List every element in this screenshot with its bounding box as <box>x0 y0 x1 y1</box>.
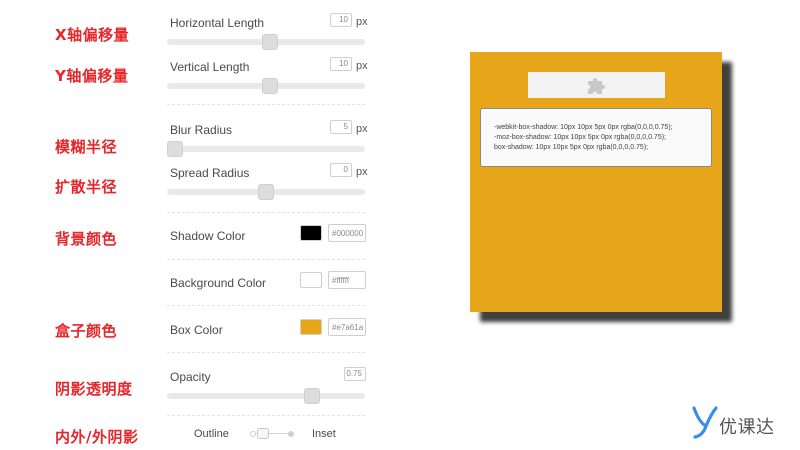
box-color-label: Box Color <box>170 323 223 337</box>
youkeda-logo-icon <box>692 405 718 444</box>
blur-radius-label: Blur Radius <box>170 123 233 137</box>
blur-radius-input[interactable]: 5 <box>330 120 352 134</box>
brand-name: 优课达 <box>719 417 775 438</box>
spread-radius-slider[interactable] <box>167 184 365 200</box>
blur-radius-slider[interactable] <box>167 141 365 157</box>
opacity-slider[interactable] <box>167 388 365 404</box>
horizontal-length-slider[interactable] <box>167 34 365 50</box>
annotation-inset: 内外/外阴影 <box>55 428 139 446</box>
blur-radius-slider-thumb[interactable] <box>167 141 183 157</box>
divider <box>167 212 365 213</box>
box-color-swatch[interactable] <box>300 319 322 335</box>
puzzle-icon <box>585 75 607 100</box>
horizontal-length-input[interactable]: 10 <box>330 13 352 27</box>
annotation-blur: 模糊半径 <box>55 138 118 156</box>
divider <box>167 104 365 105</box>
divider <box>167 352 365 353</box>
code-line-moz: -moz-box-shadow: 10px 10px 5px 0px rgba(… <box>494 134 666 141</box>
opacity-input[interactable]: 0.75 <box>344 367 366 381</box>
spread-radius-unit: px <box>356 166 368 178</box>
background-color-label: Background Color <box>170 276 267 290</box>
css-code-output[interactable]: -webkit-box-shadow: 10px 10px 5px 0px rg… <box>480 108 712 167</box>
annotation-spread: 扩散半径 <box>55 178 118 196</box>
spread-radius-input[interactable]: 0 <box>330 163 352 177</box>
vertical-length-input[interactable]: 10 <box>330 57 352 71</box>
annotation-x-offset: X轴偏移量 <box>55 26 130 44</box>
spread-radius-slider-thumb[interactable] <box>258 184 274 200</box>
code-line-webkit: -webkit-box-shadow: 10px 10px 5px 0px rg… <box>494 124 673 131</box>
vertical-length-unit: px <box>356 60 368 72</box>
vertical-length-label: Vertical Length <box>170 60 250 74</box>
vertical-length-slider-thumb[interactable] <box>262 78 278 94</box>
divider <box>167 415 365 416</box>
shadow-color-label: Shadow Color <box>170 229 246 243</box>
annotation-box-color: 盒子颜色 <box>55 322 118 340</box>
code-line-standard: box-shadow: 10px 10px 5px 0px rgba(0,0,0… <box>494 144 649 151</box>
shadow-color-swatch[interactable] <box>300 225 322 241</box>
opacity-slider-thumb[interactable] <box>304 388 320 404</box>
opacity-label: Opacity <box>170 370 211 384</box>
divider <box>167 259 365 260</box>
annotation-opacity: 阴影透明度 <box>55 380 133 398</box>
shadow-color-hex-input[interactable]: #000000 <box>328 224 366 242</box>
horizontal-length-label: Horizontal Length <box>170 16 265 30</box>
background-color-hex-input[interactable]: #ffffff <box>328 271 366 289</box>
horizontal-length-unit: px <box>356 16 368 28</box>
background-color-swatch[interactable] <box>300 272 322 288</box>
divider <box>167 305 365 306</box>
annotation-background-color: 背景颜色 <box>55 230 118 248</box>
box-color-hex-input[interactable]: #e7a61a <box>328 318 366 336</box>
blur-radius-unit: px <box>356 123 368 135</box>
vertical-length-slider[interactable] <box>167 78 365 94</box>
outline-inset-toggle-knob[interactable] <box>257 428 269 439</box>
outline-label: Outline <box>194 428 229 440</box>
horizontal-length-slider-thumb[interactable] <box>262 34 278 50</box>
spread-radius-label: Spread Radius <box>170 166 250 180</box>
inset-label: Inset <box>312 428 336 440</box>
annotation-y-offset: Y轴偏移量 <box>55 67 129 85</box>
